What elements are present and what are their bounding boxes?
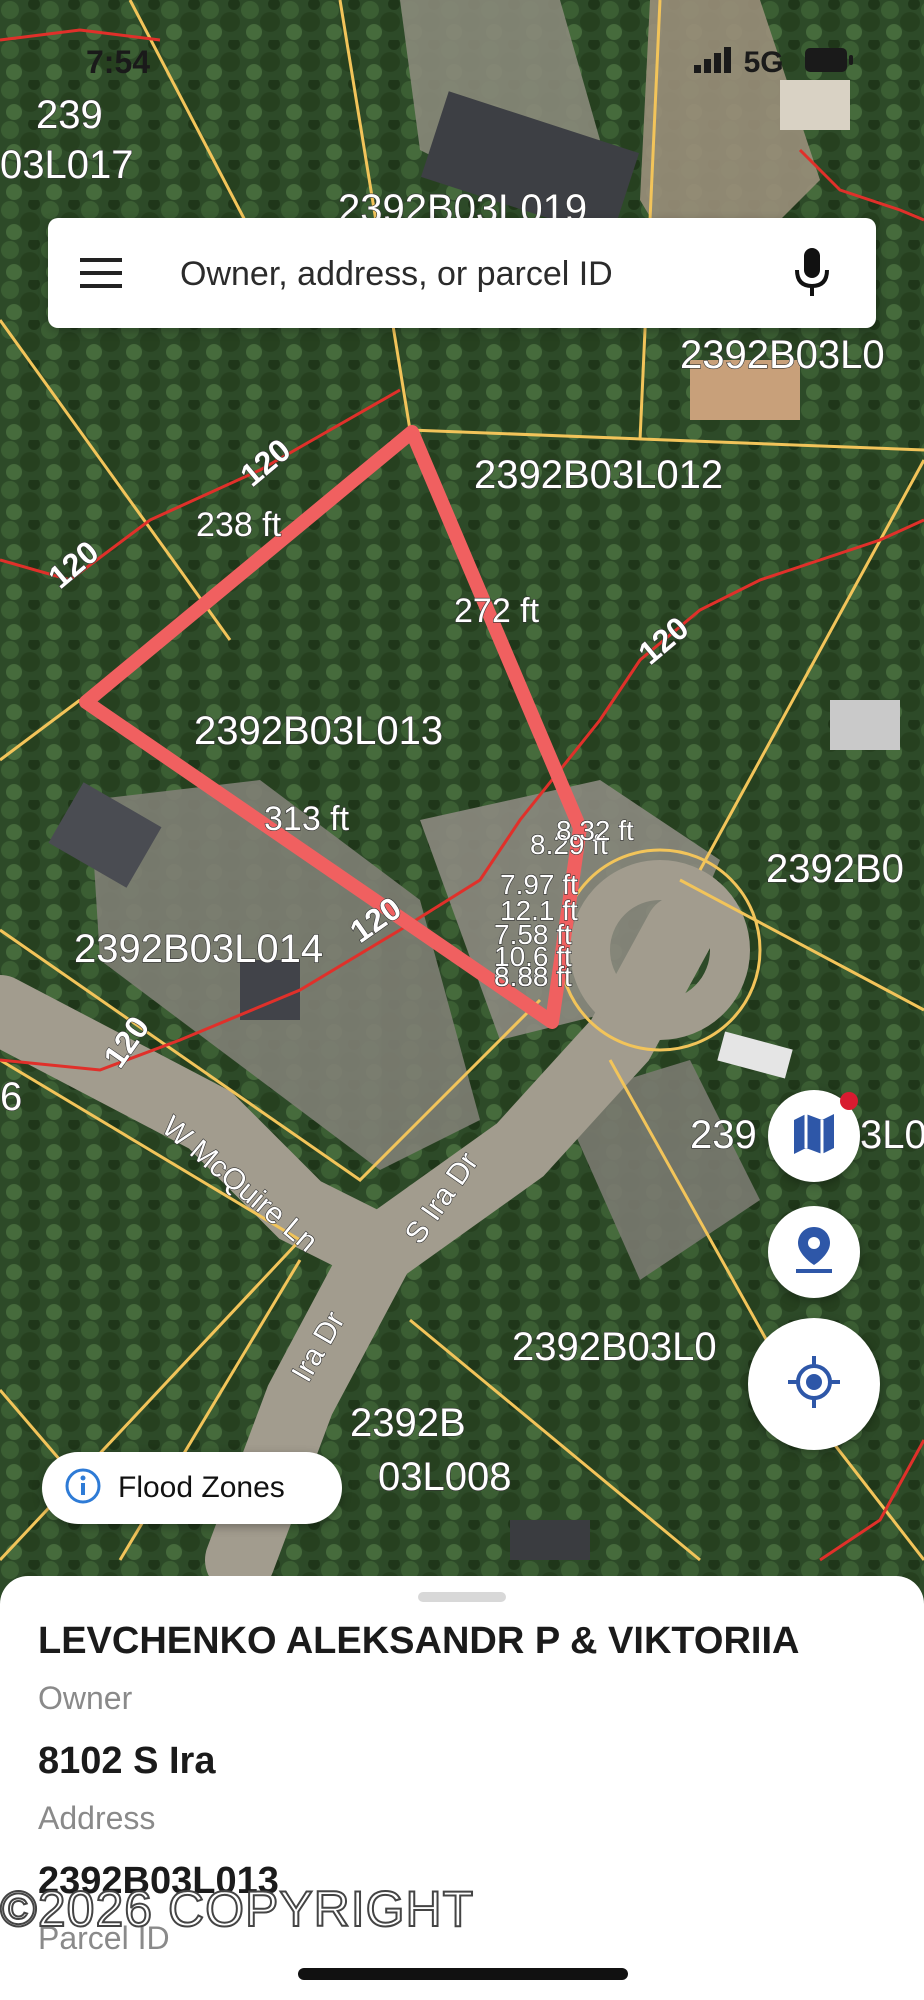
parcel-label-selected: 2392B03L013 (194, 709, 443, 753)
dimension-label: 238 ft (196, 506, 282, 544)
parcel-label: 2392B03L0 (512, 1325, 717, 1369)
dimension-label: 8.32 ft (556, 815, 634, 846)
parcel-label: 03L008 (378, 1455, 511, 1499)
address-value: 8102 S Ira (38, 1740, 216, 1782)
my-location-button[interactable] (748, 1318, 880, 1450)
network-type: 5G (743, 46, 784, 79)
parcel-label: 2392B03L014 (74, 927, 323, 971)
map-layers-button[interactable] (768, 1090, 860, 1182)
owner-value: LEVCHENKO ALEKSANDR P & VIKTORIIA (38, 1620, 800, 1662)
parcel-label: 2392B03L0 (680, 333, 885, 377)
home-indicator[interactable] (298, 1968, 628, 1980)
menu-icon[interactable] (78, 250, 124, 296)
dimension-label: 313 ft (264, 800, 350, 838)
drop-pin-icon (792, 1225, 836, 1280)
parcel-label: 03L017 (0, 143, 133, 187)
parcel-label: 6 (0, 1075, 22, 1119)
notification-dot (840, 1092, 858, 1110)
parcel-label: 2392B0 (766, 847, 904, 891)
search-input[interactable] (178, 238, 802, 310)
parcel-label: 3L0 (860, 1113, 924, 1157)
parcel-label: 239 (36, 93, 103, 137)
my-location-icon (786, 1354, 842, 1415)
address-label: Address (38, 1800, 156, 1836)
dimension-label: 272 ft (454, 592, 540, 630)
status-time: 7:54 (86, 44, 151, 80)
map-layers-icon (790, 1110, 838, 1163)
battery-icon (804, 47, 854, 81)
signal-icon (693, 47, 734, 81)
search-bar (48, 218, 876, 328)
flood-zones-button[interactable]: Flood Zones (42, 1452, 342, 1524)
parcel-label: 239 (690, 1113, 757, 1157)
network-indicator: 5G (693, 46, 854, 81)
status-bar: 7:54 5G (0, 40, 924, 90)
drop-pin-button[interactable] (768, 1206, 860, 1298)
copyright-watermark: ©2026 COPYRIGHT (0, 1880, 475, 1938)
parcel-label: 2392B03L012 (474, 453, 723, 497)
microphone-icon[interactable] (792, 246, 832, 300)
dimension-label: 8.88 ft (494, 961, 572, 992)
drag-handle[interactable] (418, 1592, 506, 1602)
info-icon (64, 1467, 102, 1510)
owner-label: Owner (38, 1680, 133, 1716)
parcel-label: 2392B (350, 1401, 466, 1445)
flood-zones-label: Flood Zones (118, 1471, 285, 1504)
